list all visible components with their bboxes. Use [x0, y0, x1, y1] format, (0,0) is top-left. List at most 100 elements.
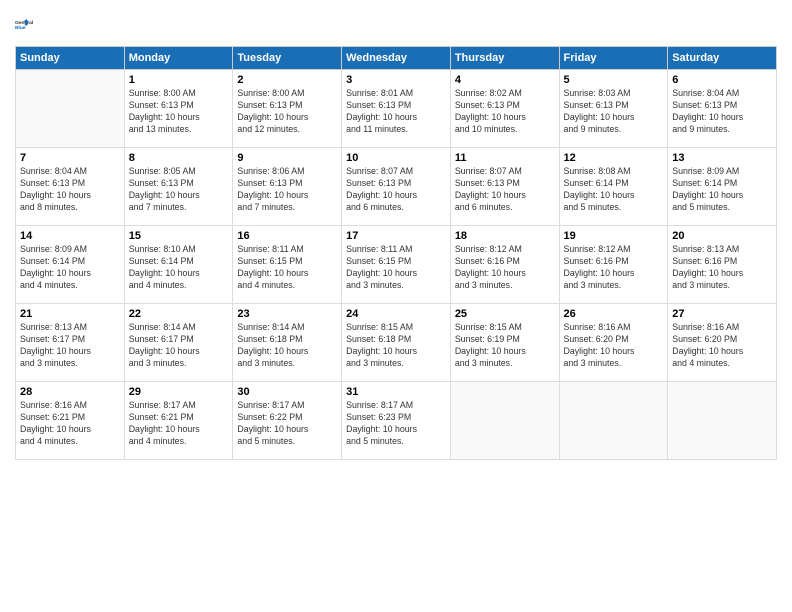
- day-info: Sunrise: 8:16 AMSunset: 6:21 PMDaylight:…: [20, 400, 120, 448]
- day-number: 22: [129, 308, 229, 320]
- day-number: 17: [346, 230, 446, 242]
- day-number: 27: [672, 308, 772, 320]
- day-number: 5: [564, 74, 664, 86]
- day-info: Sunrise: 8:17 AMSunset: 6:22 PMDaylight:…: [237, 400, 337, 448]
- day-cell: 14 Sunrise: 8:09 AMSunset: 6:14 PMDayligh…: [16, 226, 125, 304]
- calendar-table: SundayMondayTuesdayWednesdayThursdayFrid…: [15, 46, 777, 460]
- day-info: Sunrise: 8:06 AMSunset: 6:13 PMDaylight:…: [237, 166, 337, 214]
- day-cell: 13 Sunrise: 8:09 AMSunset: 6:14 PMDayligh…: [668, 148, 777, 226]
- day-info: Sunrise: 8:02 AMSunset: 6:13 PMDaylight:…: [455, 88, 555, 136]
- day-info: Sunrise: 8:05 AMSunset: 6:13 PMDaylight:…: [129, 166, 229, 214]
- day-number: 16: [237, 230, 337, 242]
- day-cell: 11 Sunrise: 8:07 AMSunset: 6:13 PMDayligh…: [450, 148, 559, 226]
- day-number: 10: [346, 152, 446, 164]
- day-cell: 4 Sunrise: 8:02 AMSunset: 6:13 PMDaylight…: [450, 70, 559, 148]
- day-info: Sunrise: 8:12 AMSunset: 6:16 PMDaylight:…: [564, 244, 664, 292]
- day-number: 13: [672, 152, 772, 164]
- header-row: SundayMondayTuesdayWednesdayThursdayFrid…: [16, 47, 777, 70]
- day-number: 11: [455, 152, 555, 164]
- day-cell: 12 Sunrise: 8:08 AMSunset: 6:14 PMDayligh…: [559, 148, 668, 226]
- day-number: 12: [564, 152, 664, 164]
- day-cell: [16, 70, 125, 148]
- day-cell: [450, 382, 559, 460]
- logo-icon: General Blue: [15, 10, 43, 38]
- day-cell: 31 Sunrise: 8:17 AMSunset: 6:23 PMDayligh…: [342, 382, 451, 460]
- day-cell: 29 Sunrise: 8:17 AMSunset: 6:21 PMDayligh…: [124, 382, 233, 460]
- day-number: 23: [237, 308, 337, 320]
- page: General Blue SundayMondayTuesdayWednesda…: [0, 0, 792, 612]
- day-cell: 20 Sunrise: 8:13 AMSunset: 6:16 PMDayligh…: [668, 226, 777, 304]
- header-day-thursday: Thursday: [450, 47, 559, 70]
- week-row-4: 28 Sunrise: 8:16 AMSunset: 6:21 PMDayligh…: [16, 382, 777, 460]
- header-day-friday: Friday: [559, 47, 668, 70]
- week-row-1: 7 Sunrise: 8:04 AMSunset: 6:13 PMDaylight…: [16, 148, 777, 226]
- day-number: 8: [129, 152, 229, 164]
- day-cell: 2Sunrise: 8:00 AMSunset: 6:13 PMDaylight…: [233, 70, 342, 148]
- day-cell: 24Sunrise: 8:15 AMSunset: 6:18 PMDayligh…: [342, 304, 451, 382]
- day-number: 3: [346, 74, 446, 86]
- day-cell: 23 Sunrise: 8:14 AMSunset: 6:18 PMDayligh…: [233, 304, 342, 382]
- day-info: Sunrise: 8:09 AMSunset: 6:14 PMDaylight:…: [20, 244, 120, 292]
- day-cell: 19 Sunrise: 8:12 AMSunset: 6:16 PMDayligh…: [559, 226, 668, 304]
- day-info: Sunrise: 8:13 AMSunset: 6:16 PMDaylight:…: [672, 244, 772, 292]
- day-number: 26: [564, 308, 664, 320]
- day-number: 30: [237, 386, 337, 398]
- day-cell: 5Sunrise: 8:03 AMSunset: 6:13 PMDaylight…: [559, 70, 668, 148]
- header-day-sunday: Sunday: [16, 47, 125, 70]
- header-day-wednesday: Wednesday: [342, 47, 451, 70]
- day-info: Sunrise: 8:17 AMSunset: 6:23 PMDaylight:…: [346, 400, 446, 448]
- day-info: Sunrise: 8:11 AMSunset: 6:15 PMDaylight:…: [237, 244, 337, 292]
- day-number: 25: [455, 308, 555, 320]
- day-cell: 21Sunrise: 8:13 AMSunset: 6:17 PMDayligh…: [16, 304, 125, 382]
- week-row-2: 14 Sunrise: 8:09 AMSunset: 6:14 PMDayligh…: [16, 226, 777, 304]
- header-day-saturday: Saturday: [668, 47, 777, 70]
- day-info: Sunrise: 8:15 AMSunset: 6:18 PMDaylight:…: [346, 322, 446, 370]
- day-info: Sunrise: 8:14 AMSunset: 6:18 PMDaylight:…: [237, 322, 337, 370]
- day-info: Sunrise: 8:07 AMSunset: 6:13 PMDaylight:…: [455, 166, 555, 214]
- day-cell: 30 Sunrise: 8:17 AMSunset: 6:22 PMDayligh…: [233, 382, 342, 460]
- day-info: Sunrise: 8:08 AMSunset: 6:14 PMDaylight:…: [564, 166, 664, 214]
- day-number: 18: [455, 230, 555, 242]
- week-row-0: 1 Sunrise: 8:00 AMSunset: 6:13 PMDaylight…: [16, 70, 777, 148]
- header-day-tuesday: Tuesday: [233, 47, 342, 70]
- day-info: Sunrise: 8:10 AMSunset: 6:14 PMDaylight:…: [129, 244, 229, 292]
- day-info: Sunrise: 8:00 AMSunset: 6:13 PMDaylight:…: [237, 88, 337, 136]
- day-cell: 22 Sunrise: 8:14 AMSunset: 6:17 PMDayligh…: [124, 304, 233, 382]
- day-info: Sunrise: 8:07 AMSunset: 6:13 PMDaylight:…: [346, 166, 446, 214]
- day-number: 1: [129, 74, 229, 86]
- day-cell: [559, 382, 668, 460]
- day-cell: 28 Sunrise: 8:16 AMSunset: 6:21 PMDayligh…: [16, 382, 125, 460]
- day-number: 4: [455, 74, 555, 86]
- day-number: 31: [346, 386, 446, 398]
- day-cell: 15 Sunrise: 8:10 AMSunset: 6:14 PMDayligh…: [124, 226, 233, 304]
- day-number: 28: [20, 386, 120, 398]
- day-cell: 10 Sunrise: 8:07 AMSunset: 6:13 PMDayligh…: [342, 148, 451, 226]
- day-info: Sunrise: 8:09 AMSunset: 6:14 PMDaylight:…: [672, 166, 772, 214]
- day-info: Sunrise: 8:04 AMSunset: 6:13 PMDaylight:…: [20, 166, 120, 214]
- svg-text:Blue: Blue: [15, 25, 26, 31]
- day-number: 29: [129, 386, 229, 398]
- day-cell: 17 Sunrise: 8:11 AMSunset: 6:15 PMDayligh…: [342, 226, 451, 304]
- day-info: Sunrise: 8:01 AMSunset: 6:13 PMDaylight:…: [346, 88, 446, 136]
- day-cell: 26Sunrise: 8:16 AMSunset: 6:20 PMDayligh…: [559, 304, 668, 382]
- day-cell: 7 Sunrise: 8:04 AMSunset: 6:13 PMDaylight…: [16, 148, 125, 226]
- day-number: 19: [564, 230, 664, 242]
- day-info: Sunrise: 8:12 AMSunset: 6:16 PMDaylight:…: [455, 244, 555, 292]
- day-cell: 6 Sunrise: 8:04 AMSunset: 6:13 PMDaylight…: [668, 70, 777, 148]
- day-cell: 8 Sunrise: 8:05 AMSunset: 6:13 PMDaylight…: [124, 148, 233, 226]
- day-number: 6: [672, 74, 772, 86]
- day-number: 20: [672, 230, 772, 242]
- day-number: 14: [20, 230, 120, 242]
- day-number: 21: [20, 308, 120, 320]
- day-info: Sunrise: 8:17 AMSunset: 6:21 PMDaylight:…: [129, 400, 229, 448]
- day-info: Sunrise: 8:14 AMSunset: 6:17 PMDaylight:…: [129, 322, 229, 370]
- day-number: 7: [20, 152, 120, 164]
- day-cell: 18 Sunrise: 8:12 AMSunset: 6:16 PMDayligh…: [450, 226, 559, 304]
- day-number: 9: [237, 152, 337, 164]
- day-info: Sunrise: 8:04 AMSunset: 6:13 PMDaylight:…: [672, 88, 772, 136]
- day-info: Sunrise: 8:11 AMSunset: 6:15 PMDaylight:…: [346, 244, 446, 292]
- day-cell: [668, 382, 777, 460]
- day-info: Sunrise: 8:00 AMSunset: 6:13 PMDaylight:…: [129, 88, 229, 136]
- day-info: Sunrise: 8:15 AMSunset: 6:19 PMDaylight:…: [455, 322, 555, 370]
- day-number: 15: [129, 230, 229, 242]
